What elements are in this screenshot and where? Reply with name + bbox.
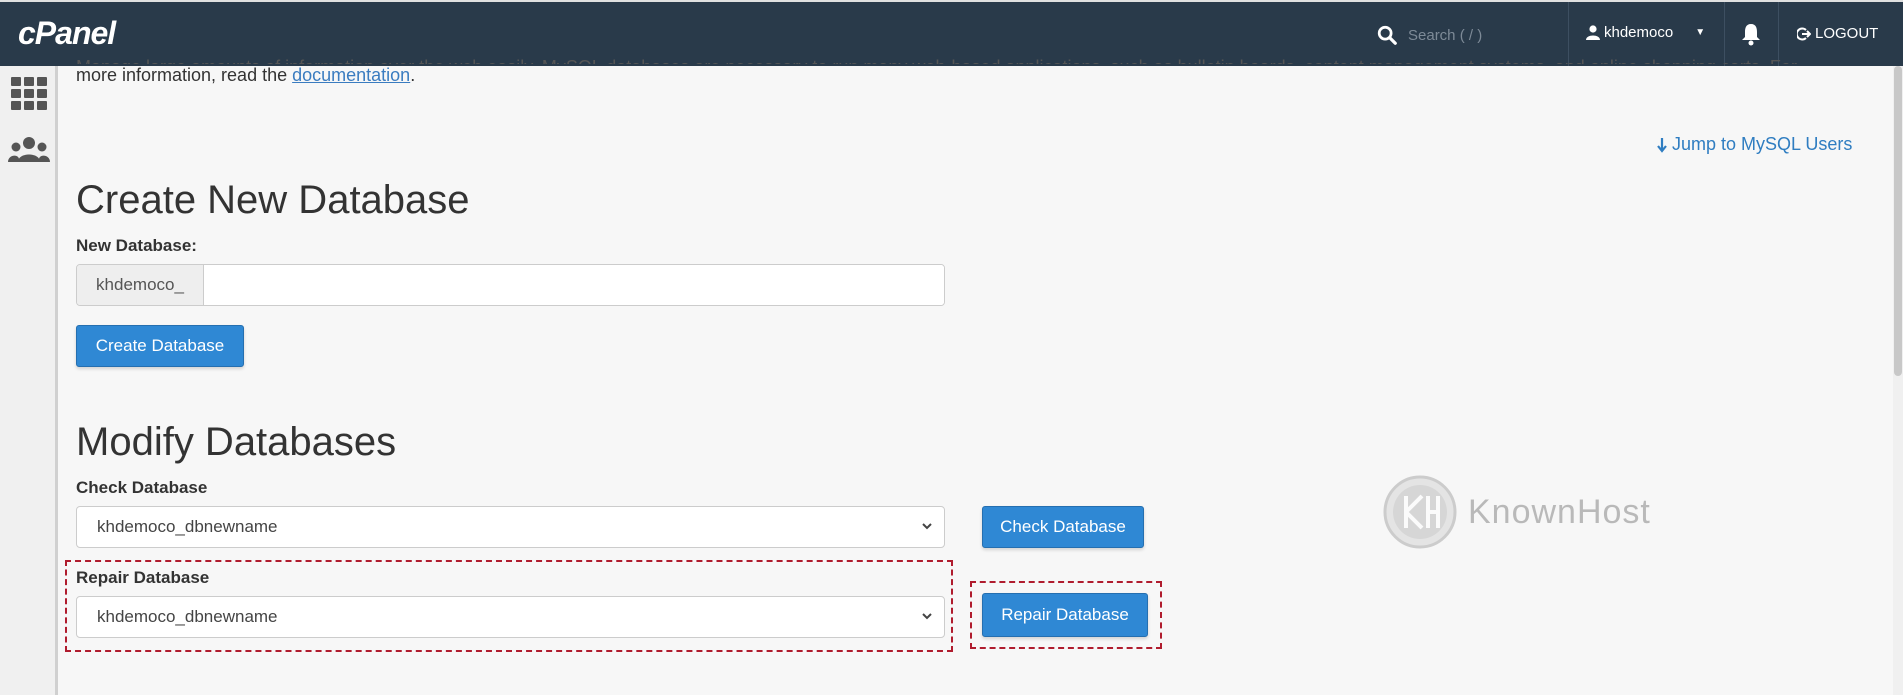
intro-cut-line: Manage large amounts of information over…: [76, 56, 1846, 64]
intro-suffix: .: [410, 65, 416, 85]
new-database-label: New Database:: [76, 236, 197, 255]
jump-to-mysql-users-link[interactable]: Jump to MySQL Users: [1656, 134, 1852, 155]
create-database-heading: Create New Database: [76, 178, 470, 222]
arrow-down-icon: [1657, 137, 1667, 153]
logout-icon: [1797, 27, 1811, 40]
username: khdemoco: [1604, 24, 1674, 41]
search-icon[interactable]: [1376, 24, 1398, 46]
search-input[interactable]: [1408, 22, 1558, 48]
repair-database-select[interactable]: khdemoco_dbnewname: [76, 596, 945, 638]
intro-line: more information, read the: [76, 65, 293, 85]
repair-database-label: Repair Database: [76, 568, 210, 587]
jump-link-label: Jump to MySQL Users: [1672, 134, 1853, 154]
check-database-select[interactable]: khdemoco_dbnewname: [76, 506, 945, 548]
scrollbar[interactable]: [1893, 66, 1903, 695]
user-menu[interactable]: khdemoco ▼: [1586, 24, 1705, 41]
bell-icon[interactable]: [1740, 22, 1762, 46]
new-database-input[interactable]: [204, 265, 944, 305]
logout-label: LOGOUT: [1815, 25, 1879, 42]
check-database-button[interactable]: Check Database: [982, 506, 1144, 548]
intro-text: Manage large amounts of information over…: [76, 57, 1846, 86]
create-database-button[interactable]: Create Database: [76, 325, 244, 367]
check-database-selected: khdemoco_dbnewname: [97, 517, 278, 536]
check-database-label: Check Database: [76, 478, 208, 497]
new-database-input-group: khdemoco_: [76, 264, 945, 306]
user-icon: [1586, 25, 1600, 40]
logout-button[interactable]: LOGOUT: [1797, 25, 1878, 42]
knownhost-logo-icon: [1383, 475, 1457, 549]
caret-down-icon: ▼: [1695, 27, 1706, 38]
cpanel-logo[interactable]: cPanel: [18, 15, 116, 52]
repair-database-button[interactable]: Repair Database: [982, 593, 1148, 637]
knownhost-watermark: KnownHost: [1382, 474, 1651, 550]
users-icon[interactable]: [8, 132, 50, 174]
sidebar: [0, 66, 58, 695]
repair-database-selected: khdemoco_dbnewname: [97, 607, 278, 626]
scrollbar-thumb[interactable]: [1894, 66, 1902, 376]
documentation-link[interactable]: documentation: [292, 65, 410, 85]
chevron-down-icon: [922, 523, 932, 530]
modify-databases-heading: Modify Databases: [76, 420, 397, 464]
database-prefix: khdemoco_: [77, 265, 204, 305]
watermark-text: KnownHost: [1468, 492, 1651, 531]
chevron-down-icon: [922, 613, 932, 620]
grid-icon[interactable]: [8, 72, 50, 114]
